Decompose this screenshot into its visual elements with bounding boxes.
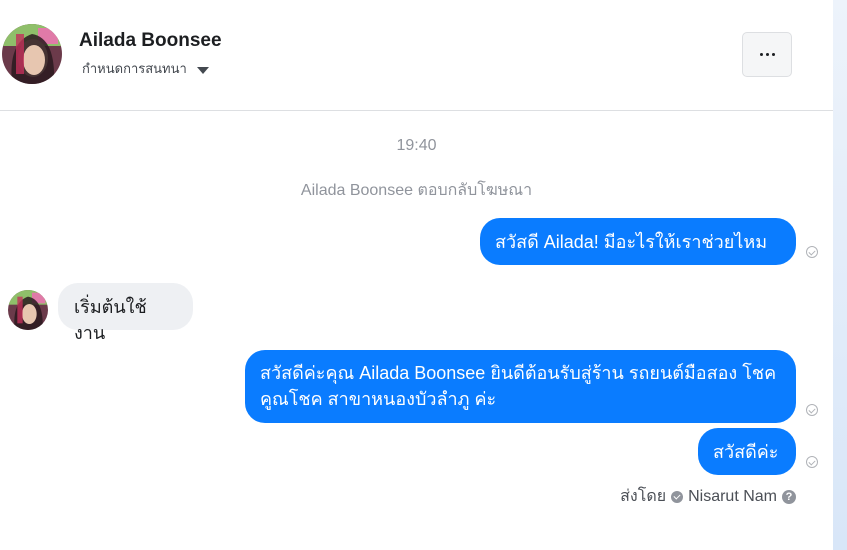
caret-down-icon [196,66,209,74]
contact-avatar-small [8,290,48,330]
assign-conversation-dropdown[interactable]: กำหนดการสนทนา [82,58,209,79]
sent-by-info: ส่งโดย Nisarut Nam ? [620,484,796,509]
delivered-check-icon [806,404,818,416]
message-bubble-outgoing[interactable]: สวัสดีค่ะ [698,428,796,475]
message-bubble-outgoing[interactable]: สวัสดี Ailada! มีอะไรให้เราช่วยไหม [480,218,796,265]
sent-by-label: ส่งโดย [620,488,667,505]
message-bubble-outgoing[interactable]: สวัสดีค่ะคุณ Ailada Boonsee ยินดีต้อนรับ… [245,350,796,423]
side-panel-edge [833,0,847,550]
more-dot [765,53,769,56]
more-dots-icon [759,53,763,56]
message-timestamp: 19:40 [396,137,437,154]
sender-name: Nisarut Nam [688,487,777,505]
delivered-check-icon [806,456,818,468]
contact-avatar[interactable] [2,24,62,84]
message-bubble-incoming[interactable]: เริ่มต้นใช้งาน [58,283,193,343]
help-icon[interactable]: ? [782,489,796,504]
check-circle-icon [671,490,684,503]
ad-reply-notice: Ailada Boonsee ตอบกลับโฆษณา [300,182,533,199]
assign-conversation-label: กำหนดการสนทนา [82,61,187,76]
contact-name[interactable]: Ailada Boonsee [79,30,222,52]
more-dot [771,53,775,56]
conversation-header: Ailada Boonsee กำหนดการสนทนา [0,0,833,111]
more-options-button[interactable] [742,32,792,77]
delivered-check-icon [806,246,818,258]
